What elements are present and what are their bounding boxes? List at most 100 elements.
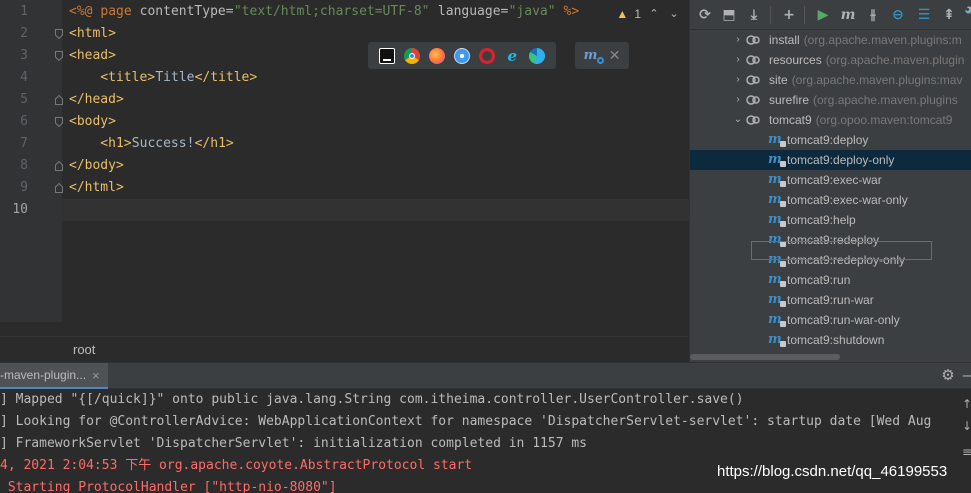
maven-goal-icon: m bbox=[768, 273, 786, 287]
maven-tree[interactable]: › install (org.apache.maven.plugins:m › reso… bbox=[690, 30, 971, 362]
code-editor[interactable]: 1 2 3 4 5 6 7 8 9 10 <%@ page contentType= "text/h… bbox=[0, 0, 689, 362]
tree-item-goal[interactable]: m tomcat9:help bbox=[690, 210, 971, 230]
line-number: 7 bbox=[20, 136, 28, 151]
line-number: 4 bbox=[20, 70, 28, 85]
code-token: </head> bbox=[69, 92, 124, 107]
tree-item-goal[interactable]: m tomcat9:redeploy bbox=[690, 230, 971, 250]
download-icon[interactable]: ⤓ bbox=[746, 7, 762, 23]
soft-wrap-icon[interactable]: ≡ bbox=[962, 445, 971, 459]
maven-goal-icon: m bbox=[768, 253, 786, 267]
breadcrumb[interactable]: root bbox=[73, 342, 95, 357]
expand-arrow-icon[interactable]: ⌄ bbox=[733, 110, 743, 130]
tree-item-goal[interactable]: m tomcat9:run-war bbox=[690, 290, 971, 310]
tree-item-goal[interactable]: m tomcat9:exec-war bbox=[690, 170, 971, 190]
show-dependencies-icon[interactable]: ☰ bbox=[916, 7, 932, 23]
tree-item-goal[interactable]: m tomcat9:deploy-only bbox=[690, 150, 971, 170]
tree-item-plugin[interactable]: › surefire (org.apache.maven.plugins bbox=[690, 90, 971, 110]
code-token: </body> bbox=[69, 158, 124, 173]
code-token: %> bbox=[555, 4, 580, 19]
previous-highlight-icon[interactable]: ⌃ bbox=[647, 7, 661, 21]
goal-name: tomcat9:deploy-only bbox=[787, 153, 895, 167]
maven-reload-icon[interactable]: m bbox=[584, 48, 604, 64]
collapse-icon[interactable]: ⇞ bbox=[941, 7, 957, 23]
run-tab[interactable]: -maven-plugin... × bbox=[0, 363, 108, 389]
goal-name: tomcat9:redeploy-only bbox=[787, 253, 906, 267]
close-icon[interactable]: ✕ bbox=[609, 47, 621, 64]
line-number: 6 bbox=[20, 114, 28, 129]
intellij-icon[interactable] bbox=[378, 47, 395, 64]
code-line[interactable]: <%@ page contentType= "text/html;charset=… bbox=[62, 1, 689, 23]
code-token: <title> bbox=[69, 70, 156, 85]
code-token: </title> bbox=[194, 70, 258, 85]
line-number: 8 bbox=[20, 158, 28, 173]
code-token: Success! bbox=[131, 136, 195, 151]
collapse-arrow-icon[interactable]: › bbox=[733, 30, 743, 50]
execute-goal-icon[interactable]: m bbox=[840, 7, 856, 23]
scrollbar-thumb[interactable] bbox=[690, 354, 840, 360]
goal-name: tomcat9:run-war bbox=[787, 293, 874, 307]
skip-tests-icon[interactable]: ⊖ bbox=[890, 7, 906, 23]
code-token: <h1> bbox=[69, 136, 132, 151]
tree-item-plugin[interactable]: › resources (org.apache.maven.plugin bbox=[690, 50, 971, 70]
tree-item-plugin[interactable]: › install (org.apache.maven.plugins:m bbox=[690, 30, 971, 50]
console-line: ] FrameworkServlet 'DispatcherServlet': … bbox=[0, 436, 587, 451]
scroll-up-icon[interactable]: ↑ bbox=[962, 397, 971, 411]
goal-name: tomcat9:deploy bbox=[787, 133, 869, 147]
horizontal-scrollbar[interactable] bbox=[690, 352, 971, 362]
add-icon[interactable]: + bbox=[781, 7, 797, 23]
run-icon[interactable]: ▶ bbox=[815, 7, 831, 23]
ie-icon[interactable]: e bbox=[504, 48, 520, 64]
breadcrumb-bar: root bbox=[0, 336, 689, 362]
console-line: ] Looking for @ControllerAdvice: WebAppl… bbox=[0, 414, 932, 429]
collapse-arrow-icon[interactable]: › bbox=[733, 90, 743, 110]
toggle-offline-icon[interactable]: ⫳ bbox=[865, 7, 881, 23]
tree-item-goal[interactable]: m tomcat9:run bbox=[690, 270, 971, 290]
code-line[interactable]: </html> bbox=[62, 177, 689, 199]
code-token: <body> bbox=[69, 114, 116, 129]
inspection-widget[interactable]: ▲ 1 ⌃ ⌄ bbox=[616, 5, 681, 23]
refresh-icon[interactable]: ⟳ bbox=[697, 7, 713, 23]
next-highlight-icon[interactable]: ⌄ bbox=[667, 7, 681, 21]
goal-name: tomcat9:exec-war-only bbox=[787, 193, 908, 207]
code-line[interactable]: </body> bbox=[62, 155, 689, 177]
scroll-down-icon[interactable]: ↓ bbox=[962, 419, 971, 433]
firefox-icon[interactable] bbox=[428, 47, 445, 64]
goal-name: tomcat9:redeploy bbox=[787, 233, 880, 247]
minimize-icon[interactable]: — bbox=[962, 367, 971, 383]
collapse-arrow-icon[interactable]: › bbox=[733, 70, 743, 90]
tree-item-plugin[interactable]: ⌄ tomcat9 (org.opoo.maven:tomcat9 bbox=[690, 110, 971, 130]
plugin-icon bbox=[746, 113, 762, 127]
code-token: </h1> bbox=[194, 136, 234, 151]
opera-icon[interactable] bbox=[479, 47, 496, 64]
code-line[interactable]: <h1> Success! </h1> bbox=[62, 133, 689, 155]
plugin-icon bbox=[746, 33, 762, 47]
edge-icon[interactable] bbox=[529, 47, 546, 64]
settings-icon[interactable]: 🔧 bbox=[964, 7, 971, 23]
tree-item-goal[interactable]: m tomcat9:shutdown bbox=[690, 330, 971, 350]
tree-item-goal[interactable]: m tomcat9:exec-war-only bbox=[690, 190, 971, 210]
tree-item-plugin[interactable]: › site (org.apache.maven.plugins:mav bbox=[690, 70, 971, 90]
tree-item-goal[interactable]: m tomcat9:deploy bbox=[690, 130, 971, 150]
maven-goal-icon: m bbox=[768, 233, 786, 247]
code-line[interactable] bbox=[62, 199, 689, 221]
reimport-icon[interactable]: ⬒ bbox=[721, 7, 737, 23]
line-number-gutter: 1 2 3 4 5 6 7 8 9 10 bbox=[0, 0, 63, 322]
maven-goal-icon: m bbox=[768, 173, 786, 187]
chrome-icon[interactable] bbox=[403, 47, 420, 64]
collapse-arrow-icon[interactable]: › bbox=[733, 50, 743, 70]
code-line[interactable]: </head> bbox=[62, 89, 689, 111]
code-line[interactable]: <title> Title </title> bbox=[62, 67, 689, 89]
tree-item-goal[interactable]: m tomcat9:redeploy-only bbox=[690, 250, 971, 270]
goal-name: tomcat9:run-war-only bbox=[787, 313, 900, 327]
maven-goal-icon: m bbox=[768, 193, 786, 207]
code-token: "java" bbox=[508, 4, 556, 19]
plugin-icon bbox=[746, 73, 762, 87]
code-token: <%@ bbox=[69, 4, 101, 19]
tree-item-goal[interactable]: m tomcat9:run-war-only bbox=[690, 310, 971, 330]
gear-icon[interactable]: ⚙ bbox=[940, 367, 956, 383]
console-line: Starting ProtocolHandler ["http-nio-8080… bbox=[0, 480, 337, 493]
close-tab-icon[interactable]: × bbox=[92, 368, 100, 383]
safari-icon[interactable] bbox=[453, 47, 470, 64]
toolbar-separator bbox=[804, 6, 805, 24]
code-line[interactable]: <body> bbox=[62, 111, 689, 133]
